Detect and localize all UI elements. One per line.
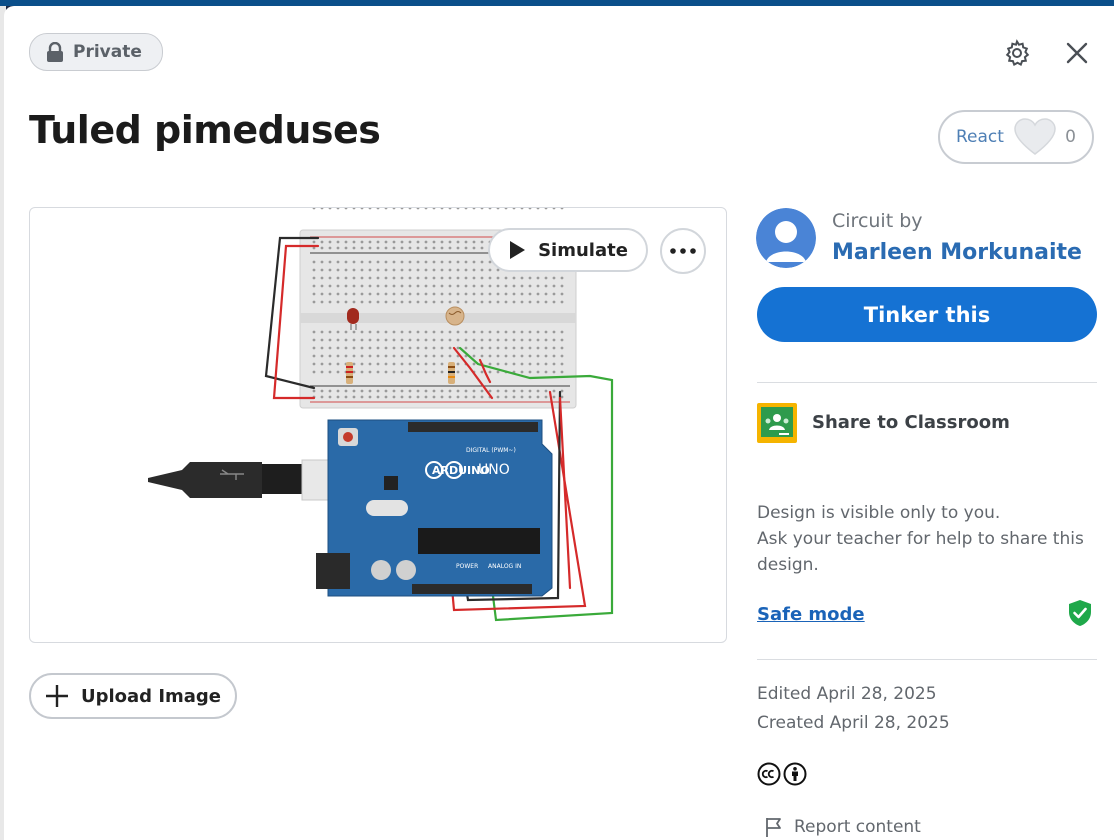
circuit-preview[interactable]: ARDUINO UNO DIGITAL (PWM~) ANALOG IN POW… [29,207,727,643]
upload-image-label: Upload Image [80,685,222,707]
created-date: Created April 28, 2025 [757,713,950,733]
shield-check-icon [1069,600,1091,626]
plus-icon [45,685,68,707]
circuit-by-label: Circuit by [832,210,923,232]
visibility-note: Design is visible only to you. Ask your … [757,500,1097,578]
avatar[interactable] [756,208,816,268]
edited-date: Edited April 28, 2025 [757,684,937,704]
private-badge-label: Private [73,42,142,62]
close-icon [1066,42,1088,64]
visibility-line-1: Design is visible only to you. [757,503,1001,523]
more-horizontal-icon [670,248,696,254]
heart-icon [1013,118,1056,155]
page-title: Tuled pimeduses [29,108,381,152]
play-icon [510,241,526,259]
attribution-icon [783,762,807,786]
flag-icon [766,818,781,837]
report-content-link[interactable]: Report content [764,816,921,838]
analog-header: ANALOG IN [488,563,521,570]
power-header: POWER [456,563,478,570]
react-count: 0 [1065,127,1076,147]
safe-mode-link[interactable]: Safe mode [757,604,865,625]
date-info: Edited April 28, 2025 Created April 28, … [757,680,950,738]
upload-image-button[interactable]: Upload Image [29,673,237,719]
gear-icon [1005,39,1030,67]
more-options-button[interactable] [660,228,706,274]
arduino-board: ARDUINO UNO DIGITAL (PWM~) ANALOG IN POW… [316,419,553,597]
react-button[interactable]: React 0 [938,110,1094,164]
close-button[interactable] [1060,36,1094,70]
divider [757,382,1097,383]
lock-icon [47,42,63,62]
simulate-label: Simulate [538,239,628,261]
settings-button[interactable] [1000,36,1034,70]
license-icons[interactable] [757,762,807,786]
private-badge: Private [29,33,163,71]
divider [757,659,1097,660]
avatar-icon [756,208,816,268]
share-to-classroom-link[interactable]: Share to Classroom [812,412,1010,433]
digital-header: DIGITAL (PWM~) [466,447,516,454]
author-name-link[interactable]: Marleen Morkunaite [832,240,1082,265]
tinker-this-button[interactable]: Tinker this [757,287,1097,342]
simulate-button[interactable]: Simulate [488,228,648,272]
report-content-label: Report content [794,817,921,837]
react-label: React [956,127,1004,147]
visibility-line-2: Ask your teacher for help to share this … [757,529,1084,575]
circuit-illustration: ARDUINO UNO DIGITAL (PWM~) ANALOG IN POW… [148,208,614,622]
design-modal: Private Tuled pimeduses React 0 ARDUINO … [4,6,1114,840]
google-classroom-icon[interactable] [757,403,797,443]
creative-commons-icon [757,762,781,786]
board-model: UNO [478,462,510,478]
